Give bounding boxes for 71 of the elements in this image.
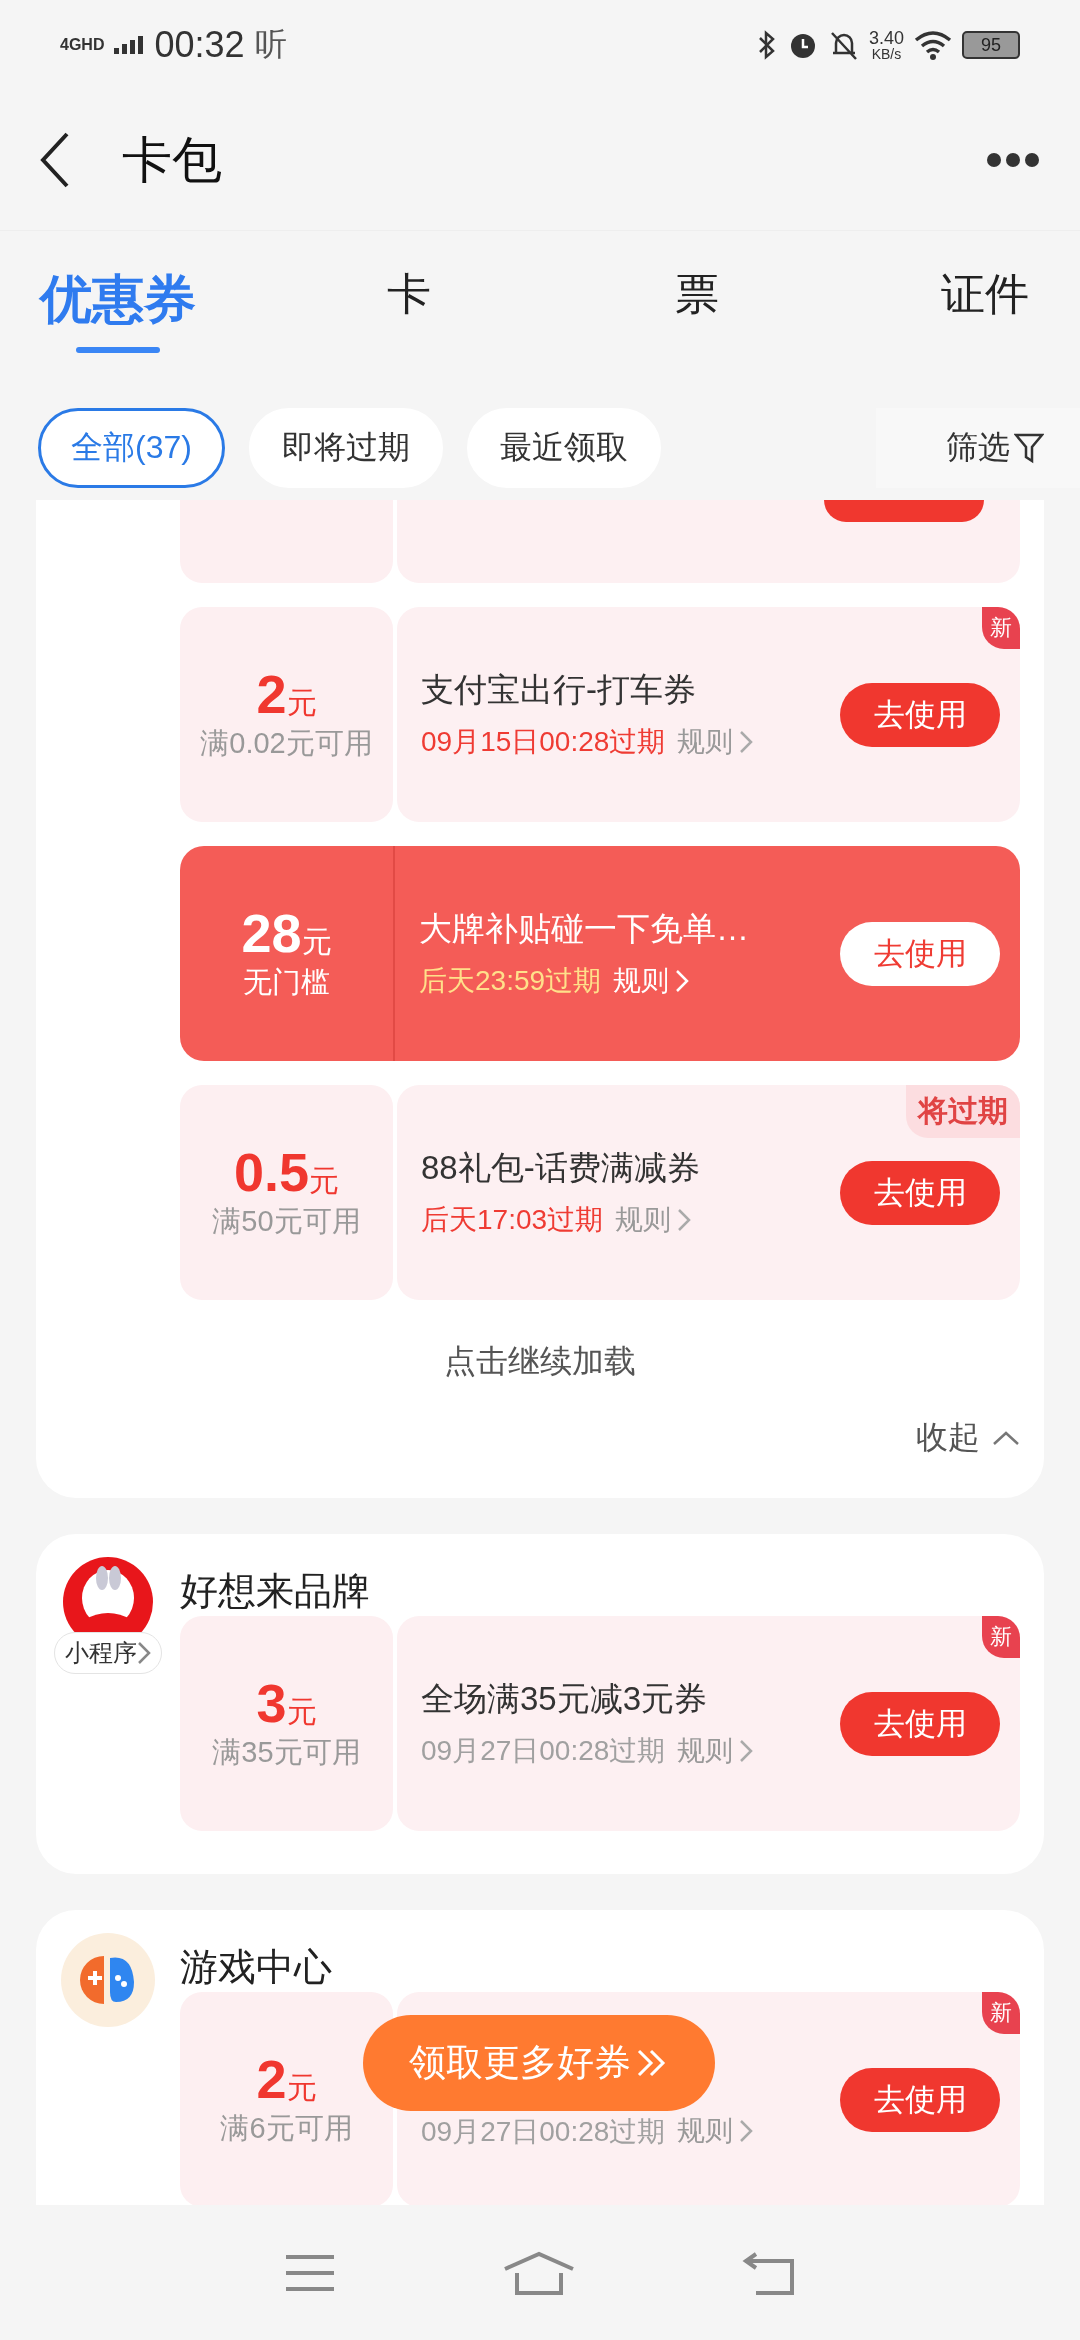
menu-button[interactable] xyxy=(283,2252,336,2293)
expiry-text: 后天17:03过期 xyxy=(421,1203,604,1237)
signal-icon xyxy=(114,36,145,54)
coupon-amount: 2元 xyxy=(256,2049,317,2110)
speed-value: 3.40 xyxy=(868,29,904,47)
more-coupons-button[interactable]: 领取更多好券 xyxy=(363,2015,715,2111)
brand-title: 好想来品牌 xyxy=(180,1568,370,1614)
new-badge: 新 xyxy=(982,607,1020,649)
rules-link[interactable]: 规则 xyxy=(613,965,690,997)
coupon-title: 大牌补贴碰一下免单… xyxy=(419,909,750,949)
use-button[interactable]: 去使用 xyxy=(840,921,1000,986)
expiring-badge: 将过期 xyxy=(906,1085,1020,1138)
chevron-icon xyxy=(677,1208,692,1232)
use-button[interactable]: 去使用 xyxy=(840,1160,1000,1225)
speed-unit: KB/s xyxy=(871,47,902,61)
coupon-title: 支付宝出行-打车券 xyxy=(421,670,697,710)
category-tab[interactable]: 证件 xyxy=(910,265,1060,342)
chevron-icon xyxy=(739,730,754,754)
category-tab[interactable]: 卡 xyxy=(334,265,484,342)
filter-icon xyxy=(1014,431,1044,464)
expiry-text: 09月15日00:28过期 xyxy=(421,725,666,759)
new-badge: 新 xyxy=(982,1616,1020,1658)
battery-level: 95 xyxy=(962,31,1020,59)
back-nav-button[interactable] xyxy=(742,2250,797,2295)
coupon-amount: 2元 xyxy=(256,664,317,725)
rules-link[interactable]: 规则 xyxy=(677,2116,754,2147)
app-glyph: 听 xyxy=(254,25,287,64)
chevron-up-icon xyxy=(992,1430,1020,1446)
use-button[interactable] xyxy=(824,500,984,522)
coupon-amount: 3元 xyxy=(256,1673,317,1734)
wifi-icon xyxy=(914,30,952,60)
coupon-condition: 满35元可用 xyxy=(212,1735,361,1771)
brand-title: 游戏中心 xyxy=(180,1944,332,1990)
rules-link[interactable]: 规则 xyxy=(615,1204,692,1236)
rules-link[interactable]: 规则 xyxy=(677,1735,754,1767)
coupon-amount: 28元 xyxy=(241,903,332,964)
coupon-condition: 无门槛 xyxy=(243,965,330,1001)
use-button[interactable]: 去使用 xyxy=(840,682,1000,747)
clock-time: 00:32 xyxy=(154,24,245,66)
more-button[interactable] xyxy=(986,152,1040,168)
coupon-title: 全场满35元减3元券 xyxy=(421,1679,709,1719)
coupon-amount: 0.5元 xyxy=(233,1142,340,1203)
coupon-title: 88礼包-话费满减券 xyxy=(421,1148,701,1188)
category-tab[interactable]: 票 xyxy=(622,265,772,342)
chevron-icon xyxy=(739,1739,754,1763)
home-button[interactable] xyxy=(503,2250,575,2295)
network-label: 4GHD xyxy=(60,37,105,53)
coupon-condition: 满50元可用 xyxy=(212,1204,361,1240)
chevron-icon xyxy=(137,1641,151,1665)
coupon-condition: 满6元可用 xyxy=(220,2111,353,2147)
bluetooth-icon xyxy=(756,29,777,61)
use-button[interactable]: 去使用 xyxy=(840,1691,1000,1756)
back-button[interactable] xyxy=(40,132,70,188)
mini-program-tag[interactable]: 小程序 xyxy=(54,1632,162,1674)
load-more-button[interactable]: 点击继续加载 xyxy=(444,1324,636,1384)
expiry-text: 09月27日00:28过期 xyxy=(421,2114,666,2149)
filter-chip[interactable]: 最近领取 xyxy=(466,407,661,488)
chevron-icon xyxy=(675,969,690,993)
expiry-text: 后天23:59过期 xyxy=(419,964,602,998)
use-button[interactable]: 去使用 xyxy=(840,2067,1000,2132)
chevron-icon xyxy=(739,2119,754,2144)
filter-chip[interactable]: 即将过期 xyxy=(248,407,443,488)
collapse-button[interactable]: 收起 xyxy=(916,1408,1020,1468)
coupon-condition: 满0.02元可用 xyxy=(200,726,373,762)
page-title: 卡包 xyxy=(122,130,222,190)
new-badge: 新 xyxy=(982,1992,1020,2034)
expiry-text: 09月27日00:28过期 xyxy=(421,1734,666,1768)
category-tab[interactable]: 优惠券 xyxy=(40,265,196,353)
game-logo-icon xyxy=(60,1932,156,2028)
filter-chip[interactable]: 全部(37) xyxy=(38,407,225,488)
rules-link[interactable]: 规则 xyxy=(677,726,754,758)
